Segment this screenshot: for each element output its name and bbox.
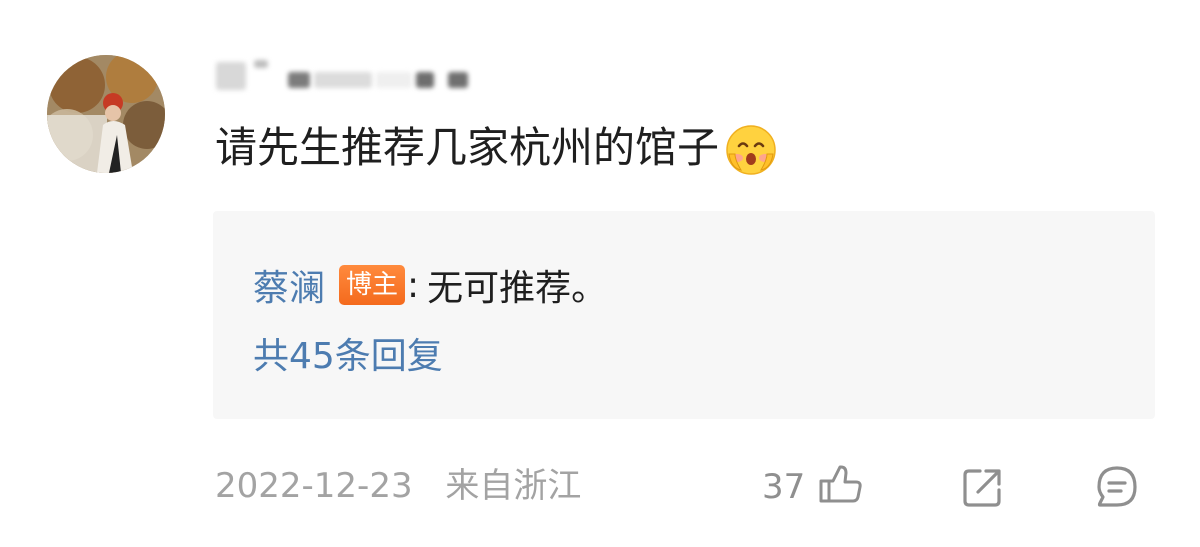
share-button[interactable] xyxy=(958,462,1008,512)
reply-preview-box[interactable]: 蔡澜 博主 : 无可推荐。 共45条回复 xyxy=(213,211,1155,419)
username-blur-segment xyxy=(314,72,372,88)
thumbs-up-icon xyxy=(815,461,863,513)
view-all-replies-link[interactable]: 共45条回复 xyxy=(253,331,443,383)
username-blur-segment xyxy=(448,72,468,88)
username-blur-segment xyxy=(288,72,310,88)
username-blur-segment xyxy=(254,60,268,68)
reply-text: 无可推荐。 xyxy=(427,268,608,309)
username-redacted[interactable] xyxy=(214,58,474,98)
avatar[interactable] xyxy=(47,55,165,173)
avatar-image xyxy=(47,55,165,173)
top-reply: 蔡澜 博主 : 无可推荐。 xyxy=(253,259,607,311)
comment-icon xyxy=(1092,466,1142,516)
comment-card: 请先生推荐几家杭州的馆子 蔡澜 博主 : 无可推荐。 共45条回复 2022-1… xyxy=(0,0,1200,547)
comment-button[interactable] xyxy=(1092,462,1142,512)
username-blur-segment xyxy=(416,72,434,88)
like-count: 37 xyxy=(762,467,806,507)
comment-meta: 2022-12-23 来自浙江 xyxy=(215,462,581,510)
reply-author-link[interactable]: 蔡澜 xyxy=(253,259,325,311)
comment-date: 2022-12-23 xyxy=(215,466,413,506)
share-icon xyxy=(958,469,1008,516)
comment-body: 请先生推荐几家杭州的馆子 xyxy=(215,118,777,178)
like-button[interactable]: 37 xyxy=(762,462,863,512)
comment-text: 请先生推荐几家杭州的馆子 xyxy=(215,123,720,172)
username-blur-segment xyxy=(216,62,246,90)
username-blur-segment xyxy=(376,72,412,88)
comment-location: 来自浙江 xyxy=(445,466,582,506)
blogger-badge: 博主 xyxy=(339,265,406,305)
reply-separator: : xyxy=(407,264,420,306)
blushing-smile-emoji-icon xyxy=(725,124,777,176)
